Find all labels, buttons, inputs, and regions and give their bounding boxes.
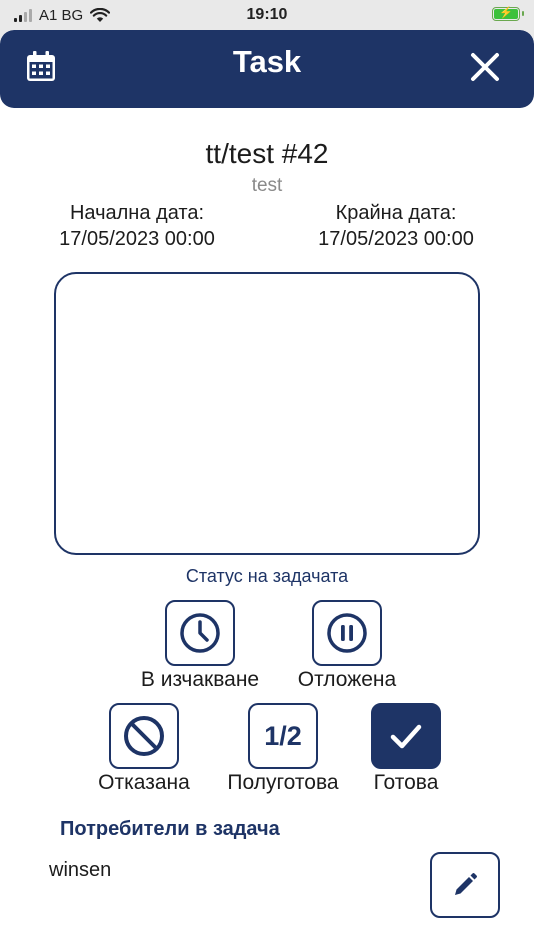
close-button[interactable] <box>470 52 500 82</box>
clock-icon <box>180 613 220 653</box>
status-postponed-label: Отложена <box>297 668 397 691</box>
close-icon <box>471 53 499 81</box>
end-date: Крайна дата: 17/05/2023 00:00 <box>286 200 506 252</box>
start-date-value: 17/05/2023 00:00 <box>59 228 215 250</box>
end-date-value: 17/05/2023 00:00 <box>318 228 474 250</box>
end-date-label: Крайна дата: <box>335 202 457 224</box>
status-half-done-button[interactable]: 1/2 <box>248 703 318 769</box>
status-postponed-button[interactable] <box>312 600 382 666</box>
pause-icon <box>327 613 367 653</box>
status-done-button[interactable] <box>371 703 441 769</box>
half-done-icon: 1/2 <box>264 720 302 751</box>
header-bar: Task <box>0 30 534 108</box>
page-title: Task <box>232 44 302 79</box>
status-bar: A1 BG 19:10 ⚡ <box>0 0 534 30</box>
task-subtitle: test <box>251 175 283 196</box>
clock-time: 19:10 <box>246 6 288 23</box>
battery-icon: ⚡ <box>492 7 524 21</box>
pencil-icon <box>455 873 477 895</box>
start-date: Начална дата: 17/05/2023 00:00 <box>27 200 247 252</box>
start-date-label: Начална дата: <box>69 202 205 224</box>
status-pending-button[interactable] <box>165 600 235 666</box>
users-section-title: Потребители в задача <box>60 818 280 840</box>
ban-icon <box>124 716 164 756</box>
status-done-label: Готова <box>373 771 439 794</box>
status-cancelled-button[interactable] <box>109 703 179 769</box>
check-icon <box>390 724 422 749</box>
edit-users-button[interactable] <box>430 852 500 918</box>
task-title: tt/test #42 <box>205 138 329 169</box>
user-list-item: winsen <box>49 859 112 881</box>
task-sheet: Task tt/test #42 test Начална дата: 17/0… <box>0 30 534 950</box>
task-description-field[interactable] <box>54 272 480 555</box>
status-caption: Статус на задачата <box>185 566 349 586</box>
